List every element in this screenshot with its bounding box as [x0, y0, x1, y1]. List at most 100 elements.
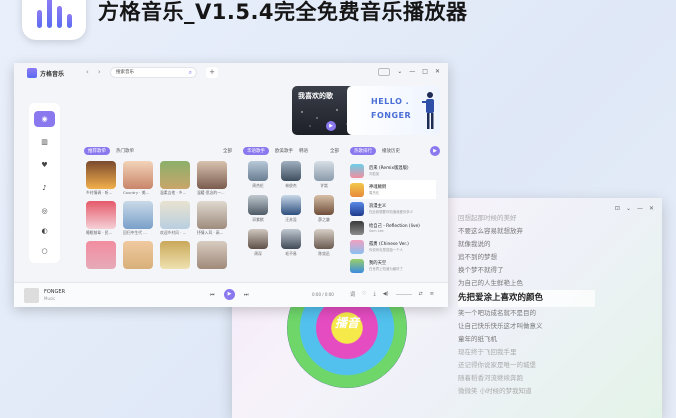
next-icon[interactable]: ⏭	[244, 292, 249, 298]
tab-recommended-playlists[interactable]: 推荐歌单	[84, 147, 110, 155]
artist-tile[interactable]: 林俊杰	[276, 161, 306, 189]
playlist-tile[interactable]: 睡眠前辈 · 民...	[86, 201, 116, 236]
hello-line2: FONGER	[371, 111, 412, 120]
lyric-line[interactable]: 回想起那时候的美好	[458, 212, 598, 225]
tab-korean-artists[interactable]: 韩语	[299, 148, 308, 154]
maximize-icon[interactable]: □	[422, 68, 428, 76]
lyric-line[interactable]: 不要这么容易就想放弃	[458, 225, 598, 238]
playlist-tile[interactable]: 回归中生代 ...	[123, 201, 153, 236]
tab-chinese-artists[interactable]: 华语歌手	[243, 147, 269, 155]
playlist-caption: Country · 美...	[123, 190, 150, 195]
hello-line1: HELLO .	[371, 97, 410, 106]
disc-icon[interactable]: ◉	[34, 111, 55, 127]
playlist-cover	[160, 241, 190, 269]
like-icon[interactable]: ♡	[362, 291, 366, 298]
now-playing-cover[interactable]	[24, 288, 39, 303]
lyric-line[interactable]: 还记得你说家是唯一的城堡	[458, 359, 598, 372]
artist-tile[interactable]: 周杰伦	[243, 161, 273, 189]
playlist-more-link[interactable]: 全部	[223, 148, 232, 154]
song-row[interactable]: 孤勇 (Chinese Ver.) 你说你也是孤独一个人	[350, 237, 436, 256]
lyric-line[interactable]: 笑一个吧功成名就不是目的	[458, 307, 598, 320]
search-icon[interactable]: ⌕	[189, 68, 192, 77]
playlist-tile[interactable]	[197, 241, 227, 270]
lyric-line[interactable]: 就像我说的	[458, 238, 598, 251]
mode-icon[interactable]: ⇄	[419, 291, 423, 298]
song-row[interactable]: 给自己 - Reflection (live) Sam Lee	[350, 218, 436, 237]
hello-banner[interactable]: HELLO . FONGER	[347, 86, 440, 135]
playlist-tile[interactable]	[123, 241, 153, 270]
artist-tile[interactable]: 毛不易	[276, 229, 306, 257]
chevron-down-icon[interactable]: ⌄	[626, 205, 631, 212]
song-row[interactable]: 浪漫主义 在此我想要你知道我爱你多少	[350, 199, 436, 218]
song-row[interactable]: 我的天空 在世界上知道为最好了	[350, 256, 436, 275]
artist-tile[interactable]: 周深	[243, 229, 273, 257]
favorites-card[interactable]: 我喜欢的歌 ▶	[292, 86, 355, 135]
heart-icon[interactable]: ♥	[34, 157, 55, 173]
close-icon[interactable]: ✕	[649, 205, 654, 212]
artist-panel-head: 华语歌手 欧美歌手 韩语 全部	[243, 145, 339, 157]
artist-tile[interactable]: 许嵩	[309, 161, 339, 189]
tab-play-history[interactable]: 播放历史	[382, 148, 400, 154]
player-icons: 词 ♡ ⤓ ◀) ⇄ ≡	[350, 291, 434, 298]
playlist-tile[interactable]	[86, 241, 116, 270]
forward-arrow-icon[interactable]: ›	[98, 68, 101, 76]
play-chart-button[interactable]: ▶	[430, 146, 440, 156]
lyric-line[interactable]: 换个梦不就得了	[458, 264, 598, 277]
toggle-icon[interactable]: ◐	[34, 223, 55, 239]
back-arrow-icon[interactable]: ‹	[86, 68, 89, 76]
song-row[interactable]: 后来 (Remix版混版) 刘若英	[350, 161, 436, 180]
play-button[interactable]: ▶	[224, 289, 235, 300]
artist-photo	[248, 161, 268, 181]
lyric-window-controls: ⊡ ⌄ — ✕	[615, 205, 654, 212]
tab-hot-chart[interactable]: 热歌排行	[350, 147, 376, 155]
chart-panel-head-wrap: 热歌排行 播放历史 ▶	[350, 145, 440, 159]
tab-hot-playlists[interactable]: 热门歌单	[116, 148, 134, 154]
playlist-tile[interactable]: 温暖·思念的一...	[197, 161, 227, 196]
playlist-tile[interactable]: 欢迎乡村风 · ...	[160, 201, 190, 236]
playlist-caption: 回归中生代 ...	[123, 230, 147, 235]
volume-slider[interactable]	[395, 294, 412, 295]
radio-icon[interactable]: ◎	[34, 203, 55, 219]
playlist-tile[interactable]: 抒情入耳 · 高...	[197, 201, 227, 236]
play-favorites-button[interactable]: ▶	[326, 121, 336, 131]
add-button[interactable]: +	[206, 67, 218, 78]
playlist-cover	[197, 201, 227, 229]
download-icon[interactable]: ⤓	[374, 291, 376, 298]
tab-western-artists[interactable]: 欧美歌手	[275, 148, 293, 154]
artist-photo	[314, 161, 334, 181]
artist-tile[interactable]: 陈奕迅	[309, 229, 339, 257]
lyric-line[interactable]: 让自己快乐快乐这才叫做意义	[458, 320, 598, 333]
playlist-tile[interactable]: 乡村情调 · 听...	[86, 161, 116, 196]
song-row[interactable]: 神魂颠倒 周杰伦	[350, 180, 436, 199]
artist-tile[interactable]: 邓紫棋	[243, 195, 273, 223]
current-lyric-line[interactable]: 先把爱涂上喜欢的颜色	[458, 290, 595, 307]
chart-icon[interactable]: ▥	[34, 134, 55, 150]
lyric-line[interactable]: 童年的纸飞机	[458, 333, 598, 346]
note-icon[interactable]: ♪	[34, 180, 55, 196]
previous-icon[interactable]: ⏮	[210, 292, 215, 298]
playlist-tile[interactable]: 温柔吉他 · 乡...	[160, 161, 190, 196]
lyric-line[interactable]: 现在终于飞回我手里	[458, 346, 598, 359]
artist-tile[interactable]: 薛之谦	[309, 195, 339, 223]
search-input[interactable]: 搜索音乐 ⌕	[110, 67, 197, 78]
close-icon[interactable]: ✕	[435, 68, 440, 76]
lyric-icon[interactable]: 词	[350, 291, 355, 298]
lyric-line[interactable]: 微微笑 小时候的梦我知道	[458, 385, 598, 398]
artist-tile[interactable]: 汪苏泷	[276, 195, 306, 223]
player-bar: FONGER Music ⏮ ▶ ⏭ 0:00 / 0:00 词 ♡ ⤓ ◀) …	[14, 282, 448, 307]
lyric-line[interactable]: 追不到的梦想	[458, 251, 598, 264]
minimize-icon[interactable]: —	[409, 68, 415, 76]
list-icon[interactable]: ≡	[430, 291, 434, 298]
lyric-line[interactable]: 为自己的人生鲜艳上色	[458, 277, 598, 290]
lyric-line[interactable]: 随着稻香河流继续奔跑	[458, 372, 598, 385]
artist-more-link[interactable]: 全部	[330, 148, 339, 154]
playlist-cover	[197, 241, 227, 269]
chevron-down-icon[interactable]: ⌄	[397, 68, 402, 76]
minimize-icon[interactable]: —	[637, 205, 643, 212]
volume-icon[interactable]: ◀)	[383, 291, 389, 298]
mini-mode-toggle[interactable]	[378, 68, 391, 76]
pin-icon[interactable]: ⊡	[615, 205, 620, 212]
cloud-icon[interactable]: ○	[34, 243, 55, 259]
playlist-tile[interactable]: Country · 美...	[123, 161, 153, 196]
playlist-tile[interactable]	[160, 241, 190, 270]
